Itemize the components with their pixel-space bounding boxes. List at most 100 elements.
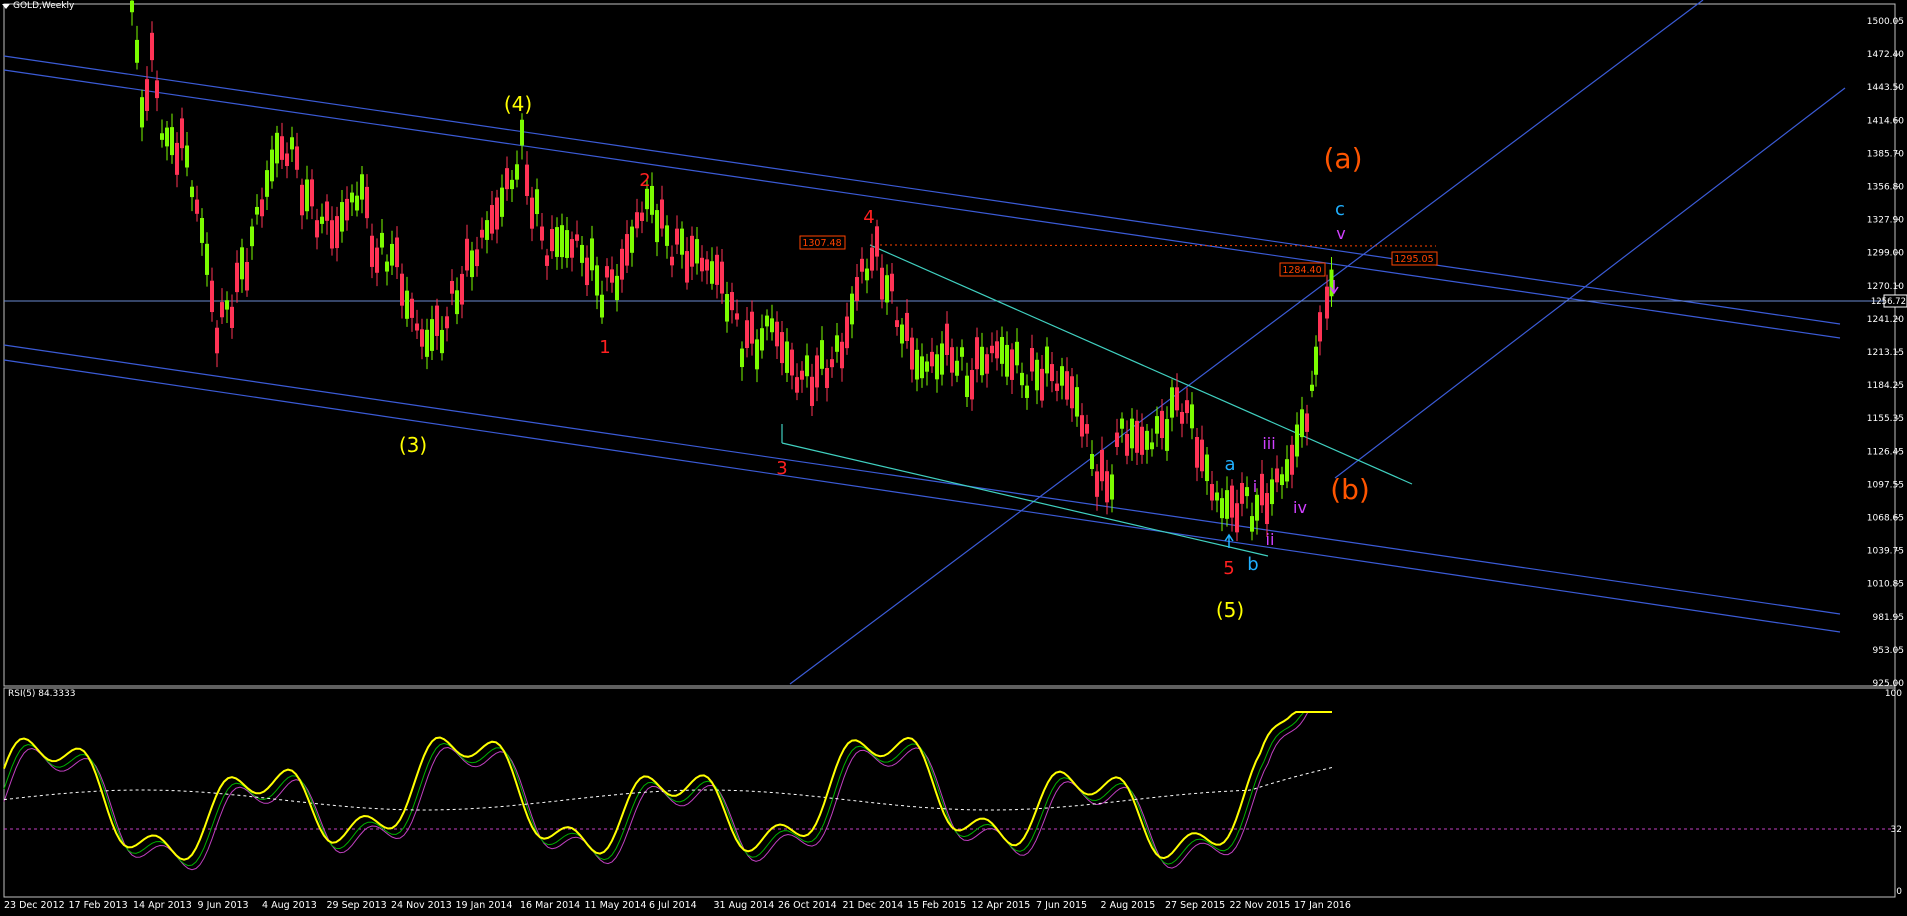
- candle-body: [645, 188, 649, 210]
- price-axis: 1500.05 1472.40 1443.50 1414.60 1385.70 1356.…: [1867, 17, 1904, 689]
- candle-body: [635, 212, 639, 229]
- candle-body: [530, 197, 534, 229]
- wave-magenta-i[interactable]: i: [1253, 477, 1257, 496]
- price-tick-label: 1068.65: [1867, 514, 1904, 524]
- wave-5-label[interactable]: (5): [1216, 598, 1244, 622]
- candle-body: [1250, 516, 1254, 532]
- candle-body: [400, 273, 404, 306]
- candle-body: [265, 170, 269, 197]
- candle-body: [320, 216, 324, 224]
- candle-body: [575, 234, 579, 241]
- time-tick-label: 11 May 2014: [584, 900, 647, 911]
- time-tick-label: 6 Jul 2014: [649, 900, 697, 911]
- candle-body: [720, 261, 724, 294]
- candle-body: [210, 280, 214, 313]
- candle-body: [900, 324, 904, 344]
- candle-body: [1190, 404, 1194, 429]
- candle-body: [870, 247, 874, 271]
- candle-body: [950, 347, 954, 373]
- candle-body: [445, 316, 449, 329]
- candle-body: [1135, 420, 1139, 453]
- candle-body: [1050, 364, 1054, 382]
- candle-body: [165, 127, 169, 147]
- price-tick-label: 1472.40: [1867, 50, 1904, 60]
- candle-body: [855, 277, 859, 301]
- candle-body: [390, 243, 394, 266]
- candle-body: [1305, 413, 1309, 432]
- candle-body: [1090, 454, 1094, 469]
- wave-cyan-c[interactable]: c: [1335, 199, 1345, 220]
- candle-body: [1005, 344, 1009, 377]
- candle-body: [1295, 424, 1299, 457]
- wave-4-label[interactable]: (4): [504, 92, 532, 116]
- wave-magenta-v[interactable]: v: [1336, 224, 1345, 243]
- candle-body: [875, 226, 879, 257]
- candle-body: [1225, 490, 1229, 519]
- candle-body: [1000, 337, 1004, 364]
- price-tick-label: 1500.05: [1867, 17, 1904, 27]
- candle-body: [365, 186, 369, 219]
- candle-body: [230, 306, 234, 328]
- price-box-1284[interactable]: 1284.40: [1279, 262, 1326, 277]
- chart-canvas[interactable]: 1500.05 1472.40 1443.50 1414.60 1385.70 1356.…: [0, 0, 1907, 912]
- wave-magenta-iv[interactable]: iv: [1293, 498, 1307, 517]
- candle-body: [810, 376, 814, 406]
- price-tick-label: 1385.70: [1867, 149, 1904, 159]
- candle-body: [1210, 484, 1214, 501]
- candle-body: [480, 229, 484, 238]
- wave-red-2[interactable]: 2: [639, 170, 650, 191]
- candle-body: [1030, 348, 1034, 372]
- candle-body: [680, 228, 684, 255]
- price-tick-label: 1327.90: [1867, 216, 1904, 226]
- time-tick-label: 15 Feb 2015: [907, 900, 967, 911]
- time-axis: 23 Dec 2012 17 Feb 2013 14 Apr 2013 9 Jun 2…: [0, 898, 1895, 912]
- current-price-label: 1256.72: [1871, 297, 1906, 307]
- price-box-1295[interactable]: 1295.05: [1391, 251, 1438, 266]
- wave-b-label[interactable]: (b): [1330, 473, 1370, 506]
- candle-body: [750, 311, 754, 344]
- candle-body: [795, 377, 799, 393]
- price-tick-label: 1356.80: [1867, 183, 1904, 193]
- chart-window[interactable]: 1500.05 1472.40 1443.50 1414.60 1385.70 1356.…: [0, 0, 1907, 912]
- wave-3-label[interactable]: (3): [399, 433, 427, 457]
- time-tick-label: 31 Aug 2014: [713, 900, 775, 911]
- candle-body: [375, 247, 379, 273]
- wave-red-1[interactable]: 1: [599, 337, 610, 358]
- wave-red-5[interactable]: 5: [1223, 558, 1234, 579]
- time-tick-label: 9 Jun 2013: [197, 900, 249, 911]
- wave-cyan-a[interactable]: a: [1224, 454, 1235, 475]
- candle-body: [925, 361, 929, 372]
- price-box-1307[interactable]: 1307.48: [799, 235, 846, 250]
- candle-body: [825, 367, 829, 388]
- candle-body: [675, 228, 679, 245]
- wave-red-3[interactable]: 3: [776, 458, 787, 479]
- time-tick-label: 14 Apr 2013: [133, 900, 192, 911]
- price-tick-label: 1155.35: [1867, 414, 1904, 424]
- candle-body: [495, 197, 499, 230]
- candle-body: [335, 216, 339, 249]
- price-tick-label: 1010.85: [1867, 580, 1904, 590]
- candle-body: [740, 348, 744, 368]
- candle-body: [1195, 436, 1199, 468]
- dropdown-arrow-icon[interactable]: [2, 3, 10, 9]
- wave-magenta-iii[interactable]: iii: [1262, 434, 1275, 453]
- time-tick-label: 4 Aug 2013: [262, 900, 317, 911]
- candle-body: [305, 179, 309, 212]
- wave-a-label[interactable]: (a): [1323, 142, 1362, 175]
- candle-body: [760, 328, 764, 351]
- price-box-1295-label: 1295.05: [1394, 254, 1433, 265]
- candle-body: [300, 184, 304, 216]
- wave-cyan-b[interactable]: b: [1247, 554, 1258, 575]
- candle-body: [905, 312, 909, 342]
- candle-body: [1015, 341, 1019, 366]
- candle-body: [1290, 444, 1294, 475]
- time-tick-label: 22 Nov 2015: [1229, 900, 1291, 911]
- time-tick-label: 17 Feb 2013: [68, 900, 128, 911]
- candle-body: [715, 254, 719, 285]
- candle-body: [555, 227, 559, 257]
- candle-body: [660, 199, 664, 229]
- rsi-panel-frame: [3, 687, 1896, 898]
- wave-red-4[interactable]: 4: [863, 207, 874, 228]
- wave-magenta-ii[interactable]: ii: [1266, 530, 1275, 549]
- candle-body: [515, 164, 519, 180]
